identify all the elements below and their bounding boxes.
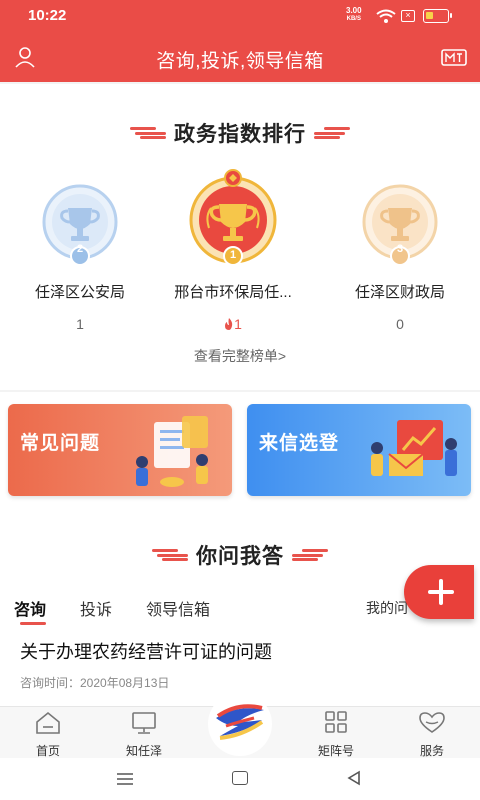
ranking-section: 政务指数排行 2 任泽区公安局 1 1 邢台市环保局任... 1 3 任泽区财政… (0, 84, 480, 390)
grid-icon (325, 711, 347, 733)
rank-item-1[interactable]: 1 邢台市环保局任... 1 (153, 168, 313, 332)
rank-score: 1 (76, 316, 84, 332)
letters-label: 来信选登 (259, 433, 340, 454)
monitor-icon (132, 712, 156, 734)
tabbar-item-service[interactable]: 服务 (392, 711, 472, 759)
back-icon[interactable] (346, 770, 362, 786)
battery-icon (423, 9, 452, 23)
rank-item-3[interactable]: 3 任泽区财政局 0 (320, 184, 480, 332)
add-question-button[interactable] (404, 565, 474, 619)
center-logo-button[interactable] (208, 692, 272, 756)
page-title: 咨询,投诉,领导信箱 (156, 51, 324, 72)
status-time: 10:22 (28, 7, 67, 24)
rank-number: 1 (229, 249, 237, 261)
tab-leader-mailbox[interactable]: 领导信箱 (146, 596, 210, 620)
recent-apps-icon[interactable] (116, 772, 134, 786)
rank-name: 任泽区财政局 (354, 284, 445, 301)
rank-number: 2 (76, 243, 84, 255)
faq-illustration-icon (136, 416, 208, 487)
tabbar-item-matrix[interactable]: 矩阵号 (296, 711, 376, 759)
net-speed: 3.00 KB/S (346, 6, 362, 23)
heading-deco-right (314, 127, 350, 139)
tabbar-item-home[interactable]: 首页 (8, 711, 88, 759)
nav-bar: 咨询,投诉,领导信箱 (0, 36, 480, 80)
mailbox-icon[interactable] (441, 48, 467, 68)
rank-number: 3 (396, 243, 404, 255)
rank-item-2[interactable]: 2 任泽区公安局 1 (0, 184, 160, 332)
letters-illustration-icon (371, 420, 457, 476)
app-logo-icon (212, 698, 268, 750)
rank-score: 0 (396, 316, 404, 332)
heading-deco-left (152, 549, 188, 561)
feature-cards: 常见问题 来信选登 (0, 392, 480, 512)
rank-name: 任泽区公安局 (34, 284, 125, 301)
heading-deco-right (292, 549, 328, 561)
letters-card[interactable]: 来信选登 (247, 404, 471, 496)
plus-icon (428, 579, 454, 605)
wifi-icon (376, 9, 396, 23)
qa-heading: 你问我答 (0, 540, 480, 570)
view-full-ranking-link[interactable]: 查看完整榜单> (0, 346, 480, 366)
top-bar: 10:22 3.00 KB/S × 咨询,投诉,领导信箱 (0, 0, 480, 82)
status-bar: 10:22 3.00 KB/S × (0, 0, 480, 32)
tab-consult[interactable]: 咨询 (14, 596, 47, 625)
qa-section: 你问我答 咨询 投诉 领导信箱 我的问 关于办理农药经营许可证的问题 咨询时间：… (0, 512, 480, 708)
system-home-icon[interactable] (232, 771, 248, 785)
ranking-heading: 政务指数排行 (0, 118, 480, 148)
rank-score: 1 (153, 316, 313, 332)
tabbar-item-know-renze[interactable]: 知任泽 (104, 711, 184, 759)
faq-card[interactable]: 常见问题 (8, 404, 232, 496)
faq-label: 常见问题 (20, 433, 101, 454)
home-icon (36, 711, 60, 734)
qa-item-title[interactable]: 关于办理农药经营许可证的问题 (20, 638, 272, 664)
tab-my-questions[interactable]: 我的问 (366, 598, 408, 618)
heading-deco-left (130, 127, 166, 139)
qa-item-time: 咨询时间：2020年08月13日 (20, 676, 170, 690)
fire-icon (225, 318, 233, 330)
rank-name: 邢台市环保局任... (174, 284, 292, 301)
system-nav-bar (0, 758, 480, 800)
tab-complaint[interactable]: 投诉 (80, 596, 112, 620)
heart-service-icon (419, 712, 445, 733)
no-sim-icon: × (401, 10, 415, 22)
